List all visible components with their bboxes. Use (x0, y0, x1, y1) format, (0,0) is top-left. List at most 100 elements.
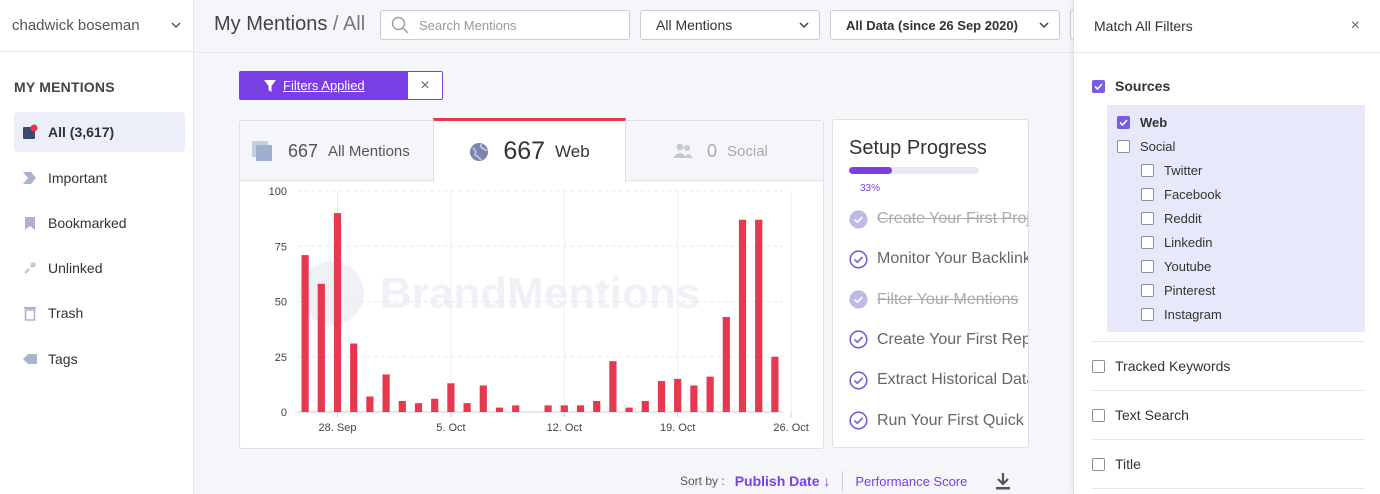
checkbox-tracked-keywords[interactable] (1092, 359, 1105, 373)
sort-publish-date[interactable]: Publish Date ↓ (735, 473, 831, 489)
date-range-value: All Data (since 26 Sep 2020) (846, 17, 1018, 33)
date-range-dropdown[interactable]: All Data (since 26 Sep 2020) (830, 10, 1060, 40)
filters-applied-label: Filters Applied (283, 78, 365, 93)
filter-instagram[interactable]: Instagram (1141, 307, 1222, 322)
sidebar-item-bookmarked[interactable]: Bookmarked (14, 203, 185, 243)
chart-bar (576, 405, 585, 412)
setup-step-label: Monitor Your Backlinks (877, 250, 1029, 268)
sidebar-item-all[interactable]: All (3,617) (14, 112, 185, 152)
filter-text-search-label: Text Search (1115, 407, 1189, 423)
user-menu[interactable]: chadwick boseman (0, 0, 193, 52)
filter-text-search[interactable]: Text Search (1092, 407, 1189, 423)
check-circle-icon (849, 411, 868, 430)
setup-step[interactable]: Create Your First Report (849, 329, 1028, 351)
divider (1092, 390, 1365, 391)
setup-progress-percent: 33% (860, 183, 881, 194)
sort-label: Sort by : (680, 474, 725, 488)
filter-sources[interactable]: Sources (1092, 78, 1170, 94)
chart-bar (479, 385, 487, 412)
chart-bar (625, 407, 633, 412)
filter-social[interactable]: Social (1117, 139, 1175, 154)
chart-bar (366, 396, 374, 412)
setup-step[interactable]: Monitor Your Backlinks (849, 248, 1029, 270)
filter-panel: Match All Filters × Sources Web Social T… (1073, 0, 1380, 494)
chevron-down-icon (799, 21, 809, 28)
close-icon[interactable]: × (1351, 17, 1360, 35)
filter-tracked-keywords[interactable]: Tracked Keywords (1092, 358, 1230, 374)
y-tick-label: 25 (275, 352, 287, 364)
download-icon[interactable] (995, 472, 1011, 490)
tab-social[interactable]: 0 Social (673, 121, 768, 181)
checkbox-facebook[interactable] (1141, 188, 1154, 201)
sidebar-heading: MY MENTIONS (14, 79, 115, 95)
setup-step[interactable]: Filter Your Mentions (849, 289, 1028, 311)
chevron-down-icon (1039, 21, 1049, 28)
divider (1092, 439, 1365, 440)
filter-twitter[interactable]: Twitter (1141, 163, 1202, 178)
filter-pinterest-label: Pinterest (1164, 283, 1216, 298)
page-title-main: My Mentions (214, 13, 328, 35)
checkbox-instagram[interactable] (1141, 308, 1154, 321)
chart-bar (593, 400, 601, 412)
filter-instagram-label: Instagram (1164, 307, 1222, 322)
tag-icon (20, 349, 40, 369)
all-mentions-icon (252, 141, 272, 161)
filters-applied-button[interactable]: Filters Applied (239, 71, 407, 100)
chart-bar (706, 376, 714, 412)
setup-step[interactable]: Create Your First Project (849, 208, 1028, 230)
mentions-bar-chart: BrandMentions 0 25 50 75 100 28. Sep 5. Oct 12. … (269, 186, 809, 434)
chart-bar (382, 374, 390, 412)
chart-bar (463, 403, 471, 412)
filter-tracked-keywords-label: Tracked Keywords (1115, 358, 1231, 374)
filter-reddit-label: Reddit (1164, 211, 1202, 226)
checkbox-youtube[interactable] (1141, 260, 1154, 273)
checkbox-web[interactable] (1117, 116, 1130, 129)
mentions-filter-dropdown[interactable]: All Mentions (640, 10, 820, 40)
sidebar-item-important[interactable]: Important (14, 158, 185, 198)
filter-facebook[interactable]: Facebook (1141, 187, 1221, 202)
sidebar-item-tags[interactable]: Tags (14, 339, 185, 379)
checkbox-twitter[interactable] (1141, 164, 1154, 177)
clear-filters-button[interactable]: × (407, 71, 443, 100)
checkbox-linkedin[interactable] (1141, 236, 1154, 249)
search-input[interactable] (419, 17, 619, 33)
sidebar-item-trash[interactable]: Trash (14, 293, 185, 333)
filter-pinterest[interactable]: Pinterest (1141, 283, 1215, 298)
filter-reddit[interactable]: Reddit (1141, 211, 1202, 226)
setup-step[interactable]: Extract Historical Data (849, 369, 1028, 391)
checkbox-text-search[interactable] (1092, 408, 1105, 422)
page-title-sub: / All (327, 13, 366, 35)
tab-web[interactable]: 667 Web (433, 118, 626, 182)
sort-performance-score[interactable]: Performance Score (855, 474, 967, 489)
filter-title[interactable]: Title (1092, 456, 1141, 472)
checkbox-pinterest[interactable] (1141, 284, 1154, 297)
filters-applied-group: Filters Applied × (239, 71, 443, 100)
trash-icon (20, 303, 40, 323)
check-circle-icon (849, 330, 868, 349)
tab-all-mentions[interactable]: 667 All Mentions (252, 121, 410, 181)
x-tick-label: 26. Oct (773, 422, 808, 434)
x-tick-label: 19. Oct (660, 422, 695, 434)
checkbox-social[interactable] (1117, 140, 1130, 153)
filter-funnel-icon (263, 79, 277, 93)
filter-web[interactable]: Web (1117, 115, 1167, 130)
filter-linkedin-label: Linkedin (1164, 235, 1213, 250)
sidebar-item-label: Trash (48, 305, 84, 321)
mentions-filter-value: All Mentions (656, 17, 733, 33)
x-tick-label: 5. Oct (436, 422, 465, 434)
setup-progress-fill (849, 167, 892, 174)
chart-bar (350, 343, 358, 412)
chart-bar (398, 400, 406, 412)
sidebar-item-unlinked[interactable]: Unlinked (14, 248, 185, 288)
bookmark-icon (20, 213, 40, 233)
checkbox-title[interactable] (1092, 457, 1105, 471)
filter-linkedin[interactable]: Linkedin (1141, 235, 1212, 250)
chart-bar (317, 283, 325, 412)
filter-twitter-label: Twitter (1164, 163, 1203, 178)
sidebar-item-label: Bookmarked (48, 215, 127, 231)
filter-youtube[interactable]: Youtube (1141, 259, 1211, 274)
checkbox-sources[interactable] (1092, 79, 1105, 93)
checkbox-reddit[interactable] (1141, 212, 1154, 225)
setup-step[interactable]: Run Your First Quick Search (849, 410, 1028, 432)
x-tick-label: 12. Oct (547, 422, 582, 434)
